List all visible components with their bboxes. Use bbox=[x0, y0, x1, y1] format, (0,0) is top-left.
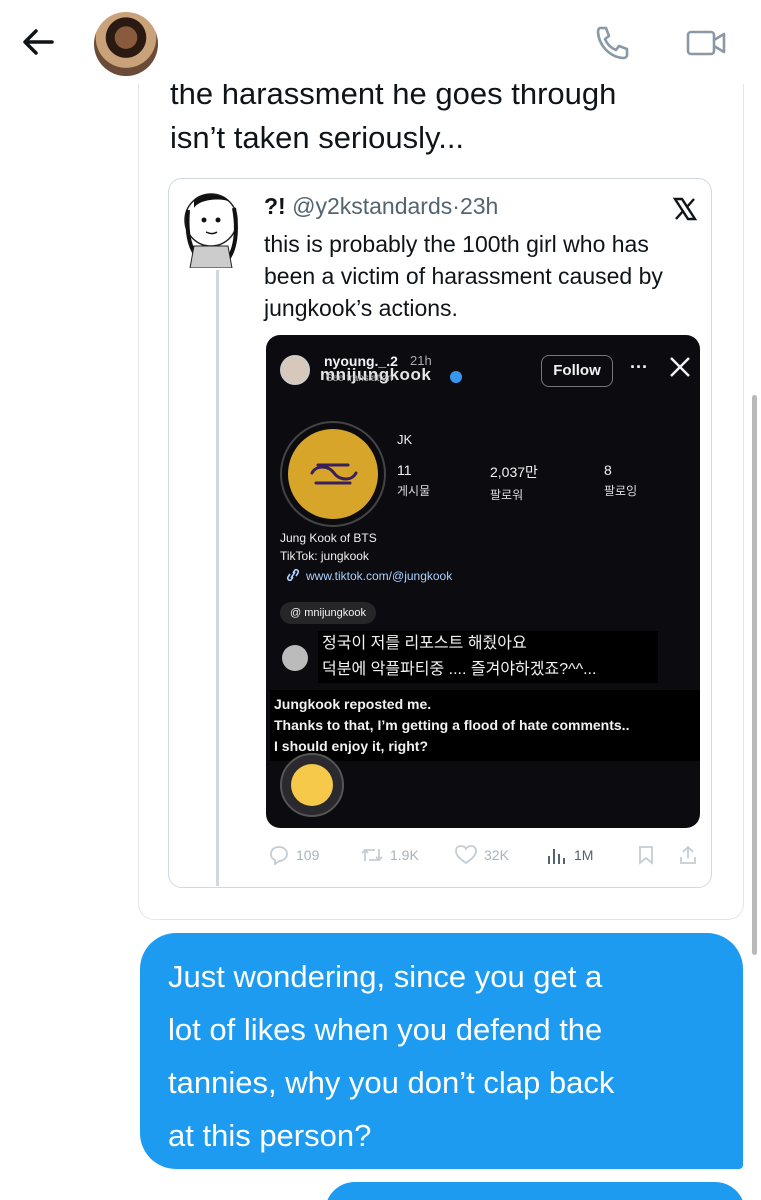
profile-name: JK bbox=[397, 432, 413, 447]
tweet-time[interactable]: 23h bbox=[460, 193, 498, 219]
tweet-media-image[interactable]: nyoung._.2 21h mnijungkook See translati… bbox=[266, 335, 700, 828]
stat-followers: 2,037만 팔로워 bbox=[490, 464, 538, 502]
retweet-button[interactable]: 1.9K bbox=[360, 842, 419, 868]
quoted-tweet-avatar[interactable] bbox=[180, 190, 242, 269]
profile-picture bbox=[280, 421, 386, 527]
video-call-button[interactable] bbox=[684, 22, 728, 62]
story-subtitle: See translation bbox=[326, 373, 393, 384]
sent-message-text: Just wondering, since you get a lot of l… bbox=[168, 959, 615, 1153]
profile-bio: Jung Kook of BTS TikTok: jungkook bbox=[280, 531, 377, 563]
threads-icon: @ bbox=[290, 607, 305, 619]
profile-link: www.tiktok.com/@jungkook bbox=[284, 568, 452, 583]
reply-button[interactable]: 109 bbox=[268, 842, 319, 868]
bookmark-icon bbox=[639, 846, 653, 865]
quoted-tweet-text: this is probably the 100th girl who has … bbox=[264, 231, 663, 321]
separator: · bbox=[452, 193, 460, 219]
x-logo-icon bbox=[672, 196, 698, 222]
user-handle[interactable]: @y2kstandards bbox=[292, 193, 452, 219]
call-button[interactable] bbox=[590, 22, 634, 62]
woozy-face-emoji-icon bbox=[280, 753, 344, 817]
share-icon bbox=[680, 845, 696, 864]
scrollbar[interactable] bbox=[752, 395, 757, 955]
message-line: isn’t taken seriously... bbox=[170, 120, 465, 155]
like-button[interactable]: 32K bbox=[454, 842, 509, 868]
arrow-left-icon bbox=[23, 29, 54, 55]
bookmark-button[interactable] bbox=[636, 842, 662, 868]
retweet-icon bbox=[361, 848, 383, 862]
close-icon bbox=[668, 355, 692, 379]
commenter-avatar bbox=[282, 645, 308, 671]
views-count[interactable]: 1M bbox=[546, 842, 593, 868]
heart-icon bbox=[455, 845, 477, 865]
display-name[interactable]: ?! bbox=[264, 193, 286, 219]
quoted-tweet-byline: ?! @y2kstandards·23h bbox=[264, 193, 498, 220]
sent-message-bubble[interactable] bbox=[325, 1182, 745, 1200]
more-icon: ··· bbox=[630, 357, 648, 377]
back-button[interactable] bbox=[18, 22, 58, 62]
korean-caption: 정국이 저를 리포스트 해줬아요 덕분에 악플파티중 .... 즐겨야하겠죠?^… bbox=[318, 631, 658, 683]
phone-icon bbox=[596, 26, 629, 60]
tweet-action-bar: 109 1.9K 32K 1M bbox=[268, 842, 702, 868]
verified-badge-icon bbox=[450, 371, 462, 383]
link-icon bbox=[286, 568, 300, 582]
english-translation: Jungkook reposted me. Thanks to that, I’… bbox=[270, 690, 700, 761]
thread-line bbox=[216, 270, 219, 886]
follow-button: Follow bbox=[541, 355, 613, 387]
reply-icon bbox=[270, 846, 288, 865]
stat-posts: 11 게시물 bbox=[397, 462, 431, 498]
threads-badge: @ mnijungkook bbox=[280, 602, 376, 624]
share-button[interactable] bbox=[678, 842, 704, 868]
contact-avatar[interactable] bbox=[94, 12, 158, 76]
story-avatar bbox=[280, 355, 310, 385]
conversation-header bbox=[0, 0, 761, 84]
stat-following: 8 팔로잉 bbox=[604, 462, 638, 498]
bar-chart-icon bbox=[548, 849, 565, 864]
message-text: the harassment he goes through isn’t tak… bbox=[170, 72, 730, 160]
video-camera-icon bbox=[686, 30, 726, 56]
